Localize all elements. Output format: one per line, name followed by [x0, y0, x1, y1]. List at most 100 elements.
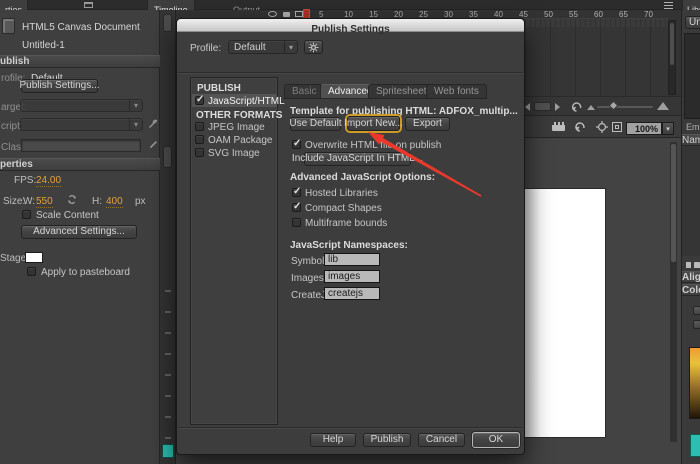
chevron-down-icon [284, 41, 297, 53]
fps-value[interactable]: 24.00 [36, 175, 62, 187]
stage-vscrollbar[interactable] [670, 142, 677, 442]
hosted-libraries-checkbox[interactable] [292, 186, 301, 197]
clapperboard-icon[interactable] [552, 122, 565, 131]
width-value[interactable]: 550 [36, 196, 53, 208]
timeline-vscrollbar[interactable] [668, 20, 676, 95]
properties-section-header[interactable]: perties [0, 158, 160, 171]
hosted-libraries-label: Hosted Libraries [305, 188, 378, 199]
apply-pasteboard-checkbox[interactable] [27, 267, 36, 276]
fill-color-swatch[interactable] [162, 444, 174, 458]
profile-options-gear-button[interactable] [304, 40, 323, 54]
publish-section-header[interactable]: ublish [0, 55, 160, 68]
scroll-left-arrow[interactable] [525, 103, 530, 111]
import-new-button[interactable]: Import New... [344, 116, 403, 131]
scrollbar-thumb[interactable] [670, 23, 674, 65]
namespaces-label: JavaScript Namespaces: [290, 240, 408, 251]
tab-timeline[interactable]: Timeline [147, 0, 195, 15]
use-default-button[interactable]: Use Default [289, 117, 342, 131]
format-checkbox[interactable] [195, 135, 204, 144]
format-row-selected[interactable]: JavaScript/HTML [192, 94, 285, 107]
scale-content-label: Scale Content [36, 210, 99, 221]
undo-rotate-icon[interactable] [570, 101, 583, 113]
format-checkbox[interactable] [195, 94, 204, 105]
format-row[interactable]: JPEG Image [192, 120, 277, 133]
teal-color-swatch[interactable] [690, 434, 700, 457]
include-js-button-label: Include JavaScript In HTML... [291, 153, 424, 164]
class-field[interactable] [21, 139, 141, 152]
publish-button[interactable]: Publish [363, 433, 411, 447]
timeline-zoom-slider-handle[interactable] [608, 100, 619, 111]
library-preview-area [684, 33, 700, 119]
images-input[interactable] [324, 270, 380, 283]
new-folder-icon[interactable] [694, 262, 700, 268]
help-button[interactable]: Help [310, 433, 356, 447]
ok-button[interactable]: OK [472, 432, 520, 448]
new-symbol-icon[interactable] [686, 262, 691, 268]
overwrite-label: Overwrite HTML file on publish [305, 140, 442, 151]
eye-icon[interactable] [268, 11, 277, 17]
include-js-button[interactable]: Include JavaScript In HTML... [292, 152, 423, 166]
tab-properties[interactable]: rties [0, 0, 29, 15]
overwrite-checkbox[interactable] [292, 138, 301, 149]
rotate-stage-icon[interactable] [574, 121, 586, 133]
symbols-input[interactable] [324, 253, 380, 266]
tab-library[interactable]: Libra [682, 0, 700, 15]
createjs-input[interactable] [324, 287, 380, 300]
export-button-label: Export [413, 118, 442, 129]
dialog-titlebar[interactable]: Publish Settings [177, 19, 524, 35]
panel-window-icon[interactable] [84, 2, 93, 8]
export-button[interactable]: Export [405, 117, 450, 131]
advanced-settings-button[interactable]: Advanced Settings... [21, 225, 137, 239]
cancel-button-label: Cancel [425, 434, 458, 445]
color-gradient-picker[interactable] [689, 347, 700, 419]
height-value[interactable]: 400 [106, 196, 123, 208]
tool-icons-column[interactable] [165, 290, 171, 440]
format-checkbox[interactable] [195, 122, 204, 131]
tab-basic[interactable]: Basic [284, 84, 325, 99]
pencil-icon[interactable] [149, 140, 158, 149]
panel-menu-icon[interactable] [664, 2, 673, 9]
color-tool-button[interactable] [693, 320, 700, 329]
library-document-dropdown[interactable]: Unt [685, 16, 700, 29]
outline-box-icon[interactable] [295, 11, 303, 17]
zoom-out-icon[interactable] [587, 105, 595, 110]
scrollbar-thumb[interactable] [163, 14, 172, 32]
format-row[interactable]: OAM Package [192, 133, 277, 146]
dialog-profile-value: Default [234, 41, 266, 53]
stage-color-swatch[interactable] [25, 252, 43, 263]
frame-center-icon[interactable] [612, 122, 622, 132]
timeline-zoom-slider-track[interactable] [597, 106, 653, 108]
scrollbar-thumb[interactable] [163, 146, 172, 168]
lock-icon[interactable] [283, 12, 290, 17]
scroll-right-arrow[interactable] [555, 103, 560, 111]
library-list-area[interactable] [682, 146, 700, 256]
hscrollbar-thumb[interactable] [534, 102, 551, 111]
format-checkbox[interactable] [195, 148, 204, 157]
tab-web-fonts[interactable]: Web fonts [426, 84, 487, 99]
script-dropdown[interactable] [20, 118, 143, 131]
publish-settings-button[interactable]: Publish Settings... [19, 79, 100, 93]
align-panel-header[interactable]: Alig [682, 271, 700, 283]
apply-pasteboard-label: Apply to pasteboard [41, 267, 130, 278]
stage-zoom-field[interactable]: 100% [626, 122, 662, 135]
target-dropdown[interactable] [20, 99, 143, 112]
multiframe-bounds-checkbox[interactable] [292, 218, 301, 227]
stage-canvas[interactable] [523, 188, 606, 438]
scrollbar-thumb[interactable] [671, 144, 676, 262]
zoom-in-mountain-icon[interactable] [657, 102, 669, 110]
cancel-button[interactable]: Cancel [418, 433, 465, 447]
library-name-column-header[interactable]: Nam [682, 134, 700, 146]
timeline-ruler[interactable]: 5 10 15 20 25 30 35 40 45 50 55 60 65 70 [176, 9, 681, 19]
color-tool-button[interactable] [693, 306, 700, 315]
wrench-icon[interactable] [148, 119, 158, 129]
dialog-profile-dropdown[interactable]: Default [228, 40, 298, 54]
tab-output[interactable]: Output [228, 0, 265, 15]
tab-spritesheet[interactable]: Spritesheet [368, 84, 435, 99]
format-row[interactable]: SVG Image [192, 146, 277, 159]
link-dimensions-icon[interactable] [66, 194, 78, 205]
scale-content-checkbox[interactable] [22, 210, 31, 219]
color-panel-header[interactable]: Colo [682, 284, 700, 296]
compact-shapes-checkbox[interactable] [292, 201, 301, 212]
stage-zoom-dropdown-button[interactable]: ▾ [662, 122, 674, 135]
crosshair-icon[interactable] [596, 121, 608, 133]
